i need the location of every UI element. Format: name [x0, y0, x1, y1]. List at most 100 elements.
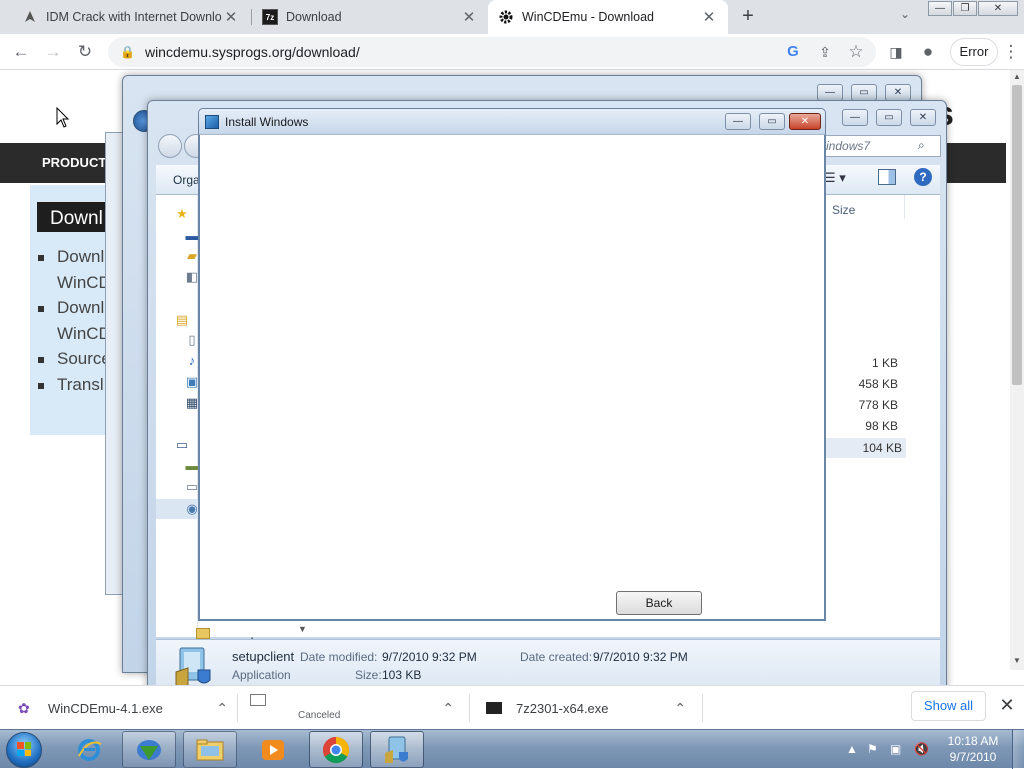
- setup-taskbar-icon[interactable]: [370, 731, 424, 768]
- translations-link[interactable]: Transl: [38, 375, 104, 395]
- download-shelf: ✿ WinCDEmu-4.1.exe ⌃ Canceled ⌃ 7z2301-x…: [0, 685, 1024, 729]
- idm-taskbar-icon[interactable]: [122, 731, 176, 768]
- file-size-cell: 778 KB: [858, 398, 898, 412]
- maximize-button[interactable]: ▭: [759, 113, 785, 130]
- back-arrow-icon[interactable]: ←: [10, 41, 32, 63]
- date-created-value: 9/7/2010 9:32 PM: [593, 650, 688, 664]
- views-dropdown-icon[interactable]: ☰ ▾: [824, 170, 846, 186]
- maximize-button[interactable]: ▭: [876, 109, 902, 126]
- computer-icon[interactable]: ▭: [174, 438, 190, 452]
- scroll-up-arrow-icon[interactable]: ▲: [1010, 72, 1024, 84]
- bookmark-star-icon[interactable]: ☆: [845, 41, 867, 63]
- address-bar[interactable]: 🔒 wincdemu.sysprogs.org/download/: [108, 37, 876, 67]
- organize-menu[interactable]: Orga: [173, 173, 200, 187]
- error-button[interactable]: Error: [950, 38, 998, 66]
- show-all-downloads-button[interactable]: Show all: [911, 691, 986, 721]
- tray-overflow-arrow-icon[interactable]: ▲: [846, 742, 858, 756]
- preview-pane-icon[interactable]: [878, 169, 896, 185]
- tab-title: Download: [286, 10, 342, 24]
- tab-title: WinCDEmu - Download: [522, 10, 654, 24]
- download-menu-chevron-icon[interactable]: ⌃: [216, 700, 228, 717]
- media-player-taskbar-icon[interactable]: [246, 731, 300, 768]
- url-text[interactable]: wincdemu.sysprogs.org/download/: [145, 44, 360, 60]
- close-button[interactable]: ✕: [789, 113, 821, 130]
- download-menu-chevron-icon[interactable]: ⌃: [674, 700, 686, 717]
- dropdown-arrow-icon[interactable]: ▼: [298, 624, 307, 634]
- profile-avatar-icon[interactable]: ●: [917, 41, 939, 63]
- search-icon[interactable]: ⌕: [918, 138, 925, 153]
- minimize-button[interactable]: —: [725, 113, 751, 130]
- scroll-down-arrow-icon[interactable]: ▼: [1010, 656, 1024, 668]
- download-list-item-cont[interactable]: WinCD: [57, 273, 111, 293]
- download-item[interactable]: 7z2301-x64.exe ⌃: [486, 686, 686, 730]
- forward-arrow-icon[interactable]: →: [42, 41, 64, 63]
- help-icon[interactable]: ?: [914, 168, 932, 186]
- source-code-link[interactable]: Source: [38, 349, 111, 369]
- tab-wincdemu-download[interactable]: WinCDEmu - Download ✕: [488, 0, 728, 34]
- minimize-button[interactable]: —: [817, 84, 843, 101]
- show-desktop-button[interactable]: [1012, 730, 1024, 769]
- libraries-icon[interactable]: ▤: [174, 313, 190, 327]
- gear-icon: [498, 9, 514, 25]
- download-list-item-cont[interactable]: WinCD: [57, 324, 111, 344]
- menu-kebab-icon[interactable]: ⋮: [1000, 41, 1022, 63]
- restore-window-button[interactable]: ❐: [953, 1, 977, 16]
- details-pane: setupclient Application Date modified: 9…: [156, 639, 940, 691]
- nav-products-link[interactable]: PRODUCT: [42, 155, 106, 170]
- windows-taskbar: ▲ ⚑ ▣ 🔇 10:18 AM 9/7/2010: [0, 729, 1024, 769]
- download-divider: [237, 694, 238, 722]
- internet-explorer-taskbar-icon[interactable]: [62, 731, 116, 768]
- tab-search-chevron-icon[interactable]: ⌄: [896, 7, 914, 25]
- network-icon[interactable]: ▣: [890, 742, 901, 756]
- file-explorer-taskbar-icon[interactable]: [183, 731, 237, 768]
- install-windows-dialog: Install Windows — ▭ ✕ Back: [198, 108, 826, 621]
- back-nav-icon[interactable]: [158, 134, 182, 158]
- close-download-bar-icon[interactable]: ✕: [998, 692, 1016, 718]
- minimize-button[interactable]: —: [842, 109, 868, 126]
- download-menu-chevron-icon[interactable]: ⌃: [442, 700, 454, 717]
- maximize-button[interactable]: ▭: [851, 84, 877, 101]
- mouse-cursor-icon: [56, 107, 70, 128]
- google-lens-icon[interactable]: G: [782, 41, 804, 63]
- tab-download[interactable]: 7z Download ✕: [252, 0, 488, 34]
- action-center-flag-icon[interactable]: ⚑: [867, 742, 878, 756]
- size-value: 103 KB: [382, 668, 422, 682]
- tab-close-icon[interactable]: ✕: [222, 8, 240, 26]
- close-window-button[interactable]: ✕: [978, 1, 1018, 16]
- favorites-star-icon[interactable]: ★: [174, 207, 190, 221]
- minimize-window-button[interactable]: —: [928, 1, 952, 16]
- file-size-cell: 458 KB: [858, 377, 898, 391]
- download-file-name: WinCDEmu-4.1.exe: [48, 700, 163, 716]
- share-icon[interactable]: ⇪: [814, 41, 836, 63]
- dialog-content: Back: [198, 134, 826, 621]
- download-list-item[interactable]: Downl: [38, 247, 104, 267]
- chrome-taskbar-icon[interactable]: [309, 731, 363, 768]
- folder-icon: [196, 628, 210, 639]
- volume-muted-icon[interactable]: 🔇: [914, 742, 929, 756]
- clock-date[interactable]: 9/7/2010: [946, 750, 1000, 764]
- download-item-canceled[interactable]: Canceled ⌃: [250, 686, 454, 730]
- close-button[interactable]: ✕: [885, 84, 911, 101]
- column-separator: [904, 195, 905, 219]
- date-modified-label: Date modified:: [300, 650, 378, 664]
- lock-icon[interactable]: 🔒: [120, 45, 135, 59]
- tab-close-icon[interactable]: ✕: [700, 8, 718, 26]
- download-item[interactable]: ✿ WinCDEmu-4.1.exe ⌃: [18, 686, 228, 730]
- dialog-title-bar[interactable]: Install Windows — ▭ ✕: [198, 108, 826, 134]
- windows-setup-icon: [205, 115, 219, 129]
- new-tab-button[interactable]: +: [736, 5, 760, 29]
- side-panel-icon[interactable]: ◨: [885, 41, 907, 63]
- clock-time[interactable]: 10:18 AM: [946, 734, 1000, 748]
- back-button[interactable]: Back: [616, 591, 702, 615]
- tab-idm-crack[interactable]: IDM Crack with Internet Downloa ✕: [12, 0, 250, 34]
- column-header-size[interactable]: Size: [832, 203, 855, 217]
- download-divider: [469, 694, 470, 722]
- date-created-label: Date created:: [520, 650, 593, 664]
- tab-close-icon[interactable]: ✕: [460, 8, 478, 26]
- reload-icon[interactable]: ↻: [74, 41, 96, 63]
- download-file-name: 7z2301-x64.exe: [516, 700, 609, 716]
- file-size-cell: 98 KB: [865, 419, 898, 433]
- close-button[interactable]: ✕: [910, 109, 936, 126]
- download-list-item[interactable]: Downl: [38, 298, 104, 318]
- scrollbar-thumb[interactable]: [1012, 85, 1022, 385]
